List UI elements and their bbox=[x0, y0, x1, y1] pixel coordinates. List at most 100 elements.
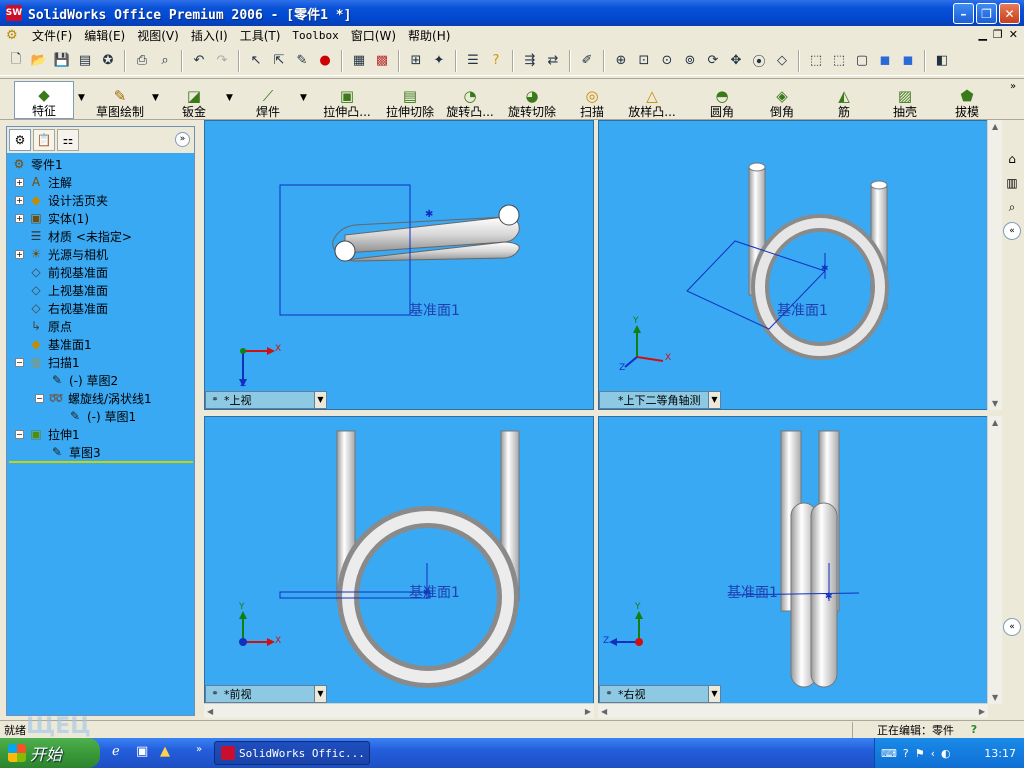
zoom-in-out-icon[interactable]: ⊙ bbox=[657, 51, 677, 71]
help-tray-icon[interactable]: ? bbox=[903, 747, 909, 760]
minimize-button[interactable]: – bbox=[953, 3, 974, 24]
view-dropdown-icon[interactable]: ▼ bbox=[708, 686, 720, 702]
section-view-icon[interactable]: ◧ bbox=[932, 51, 952, 71]
grid-icon[interactable]: ▦ bbox=[349, 51, 369, 71]
features-dropdown-icon[interactable]: ▼ bbox=[78, 93, 85, 103]
viewport-name-box[interactable]: ⚭ *右视 ▼ bbox=[599, 685, 721, 703]
draft-button[interactable]: ⬟ 拔模 bbox=[952, 81, 982, 119]
vertical-scrollbar[interactable]: ▲ ▼ bbox=[987, 120, 1002, 410]
restore-button[interactable]: ❐ bbox=[976, 3, 997, 24]
display-style-icon[interactable]: ◇ bbox=[772, 51, 792, 71]
loft-button[interactable]: △ 放样凸... bbox=[624, 81, 680, 119]
tree-item-front-plane[interactable]: ◇ 前视基准面 bbox=[15, 263, 108, 281]
tree-item-plane1[interactable]: ◆ 基准面1 bbox=[15, 335, 91, 353]
options-icon[interactable]: ☰ bbox=[463, 51, 483, 71]
expand-toggle-icon[interactable]: + bbox=[15, 249, 24, 259]
traffic-light-icon[interactable]: ● bbox=[315, 51, 335, 71]
select-icon[interactable]: ↖ bbox=[246, 51, 266, 71]
tree-item-material[interactable]: ☰ 材质 <未指定> bbox=[15, 227, 132, 245]
menu-edit[interactable]: 编辑(E) bbox=[78, 26, 131, 46]
doc-minimize-icon[interactable]: ▁ bbox=[978, 28, 986, 41]
network-icon[interactable]: ⚑ bbox=[915, 747, 925, 760]
close-button[interactable]: ✕ bbox=[999, 3, 1020, 24]
zoom-selection-icon[interactable]: ⊚ bbox=[680, 51, 700, 71]
curves-icon[interactable]: ✦ bbox=[429, 51, 449, 71]
tree-item-lights-cameras[interactable]: + ☀ 光源与相机 bbox=[15, 245, 108, 263]
features-tab-button[interactable]: ◆ 特征 bbox=[14, 81, 74, 119]
menu-view[interactable]: 视图(V) bbox=[131, 26, 185, 46]
rib-button[interactable]: ◭ 筋 bbox=[834, 81, 854, 119]
new-file-icon[interactable]: 🗋 bbox=[6, 51, 26, 71]
expand-task-pane-icon[interactable]: « bbox=[1003, 222, 1021, 240]
document-menu-icon[interactable]: ⚙ bbox=[6, 28, 22, 44]
sweep-button[interactable]: ◎ 扫描 bbox=[578, 81, 606, 119]
previous-view-icon[interactable]: ⦿ bbox=[749, 51, 769, 71]
expand-task-pane-icon[interactable]: « bbox=[1003, 618, 1021, 636]
weldments-dropdown-icon[interactable]: ▼ bbox=[300, 93, 307, 103]
expand-panel-icon[interactable]: » bbox=[175, 132, 190, 147]
viewport-isometric[interactable]: ✱ 基准面1 Y X Z *上下二等角轴测 ▼ bbox=[598, 120, 988, 410]
tree-item-solid-bodies[interactable]: + ▣ 实体(1) bbox=[15, 209, 89, 227]
sheet-metal-tab-button[interactable]: ◪ 钣金 bbox=[176, 81, 212, 119]
quick-tips-icon[interactable]: ? bbox=[966, 723, 982, 737]
collapse-toggle-icon[interactable]: − bbox=[15, 429, 24, 439]
fillet-button[interactable]: ◓ 圆角 bbox=[708, 81, 736, 119]
tree-item-part[interactable]: ⚙ 零件1 bbox=[11, 155, 63, 173]
select-filter-icon[interactable]: ⇱ bbox=[269, 51, 289, 71]
chamfer-button[interactable]: ◈ 倒角 bbox=[768, 81, 796, 119]
menu-help[interactable]: 帮助(H) bbox=[402, 26, 456, 46]
pan-icon[interactable]: ✥ bbox=[726, 51, 746, 71]
extruded-cut-button[interactable]: ▤ 拉伸切除 bbox=[384, 81, 436, 119]
rebuild-icon[interactable]: ✪ bbox=[98, 51, 118, 71]
collapse-toggle-icon[interactable]: − bbox=[15, 357, 24, 367]
tree-item-helix1[interactable]: − ➿ 螺旋线/涡状线1 bbox=[35, 389, 152, 407]
viewport-name-box[interactable]: ⚭ *前视 ▼ bbox=[205, 685, 327, 703]
tree-item-sketch2[interactable]: ✎ (-) 草图2 bbox=[49, 371, 118, 389]
tree-item-sweep1[interactable]: − ◎ 扫描1 bbox=[15, 353, 80, 371]
volume-icon[interactable]: ◐ bbox=[941, 747, 951, 760]
sketch-dropdown-icon[interactable]: ▼ bbox=[152, 93, 159, 103]
reference-geometry-icon[interactable]: ⊞ bbox=[406, 51, 426, 71]
tree-item-annotations[interactable]: + A 注解 bbox=[15, 173, 72, 191]
shaded-icon[interactable]: ◼ bbox=[898, 51, 918, 71]
hidden-lines-visible-icon[interactable]: ⬚ bbox=[829, 51, 849, 71]
tree-item-extrude1[interactable]: − ▣ 拉伸1 bbox=[15, 425, 80, 443]
sketch-tab-button[interactable]: ✎ 草图绘制 bbox=[92, 81, 148, 119]
expand-toggle-icon[interactable]: + bbox=[15, 195, 24, 205]
find-icon[interactable]: ⌕ bbox=[155, 51, 175, 71]
shell-button[interactable]: ▨ 抽壳 bbox=[890, 81, 920, 119]
tray-expand-icon[interactable]: ‹ bbox=[931, 747, 935, 760]
file-explorer-icon[interactable]: ⌕ bbox=[1003, 198, 1021, 216]
feature-tree-tab[interactable]: ⚙ bbox=[9, 129, 31, 151]
menu-tools[interactable]: 工具(T) bbox=[234, 26, 287, 46]
menu-insert[interactable]: 插入(I) bbox=[185, 26, 234, 46]
home-icon[interactable]: ⌂ bbox=[1003, 150, 1021, 168]
rotate-icon[interactable]: ⟳ bbox=[703, 51, 723, 71]
start-button[interactable]: 开始 bbox=[0, 738, 100, 768]
sheet-metal-dropdown-icon[interactable]: ▼ bbox=[226, 93, 233, 103]
menu-window[interactable]: 窗口(W) bbox=[345, 26, 402, 46]
horizontal-scrollbar[interactable]: ◀ ▶ bbox=[204, 703, 594, 718]
zoom-to-fit-icon[interactable]: ⊕ bbox=[611, 51, 631, 71]
tree-item-sketch3[interactable]: ✎ 草图3 bbox=[49, 443, 101, 461]
doc-restore-icon[interactable]: ❐ bbox=[993, 28, 1003, 41]
keyboard-icon[interactable]: ⌨ bbox=[881, 747, 897, 760]
viewport-name-box[interactable]: *上下二等角轴测 ▼ bbox=[599, 391, 721, 409]
viewport-top[interactable]: ✱ 基准面1 X Z ⚭ *上视 ▼ bbox=[204, 120, 594, 410]
horizontal-scrollbar[interactable]: ◀ ▶ bbox=[598, 703, 988, 718]
shaded-with-edges-icon[interactable]: ◼ bbox=[875, 51, 895, 71]
help-icon[interactable]: ? bbox=[486, 51, 506, 71]
tree-item-top-plane[interactable]: ◇ 上视基准面 bbox=[15, 281, 108, 299]
view-dropdown-icon[interactable]: ▼ bbox=[708, 392, 720, 408]
view-orientation-icon[interactable]: ✐ bbox=[577, 51, 597, 71]
tree-item-sketch1[interactable]: ✎ (-) 草图1 bbox=[67, 407, 136, 425]
collapse-toggle-icon[interactable]: − bbox=[35, 393, 44, 403]
viewport-front[interactable]: ✱ 基准面1 Y X ⚭ *前视 ▼ bbox=[204, 416, 594, 704]
menu-file[interactable]: 文件(F) bbox=[26, 26, 78, 46]
undo-icon[interactable]: ↶ bbox=[189, 51, 209, 71]
expand-toggle-icon[interactable]: + bbox=[15, 177, 24, 187]
zoom-area-icon[interactable]: ⊡ bbox=[634, 51, 654, 71]
more-commands-icon[interactable]: » bbox=[1010, 81, 1016, 92]
link-icon[interactable]: ⇄ bbox=[543, 51, 563, 71]
expand-toggle-icon[interactable]: + bbox=[15, 213, 24, 223]
